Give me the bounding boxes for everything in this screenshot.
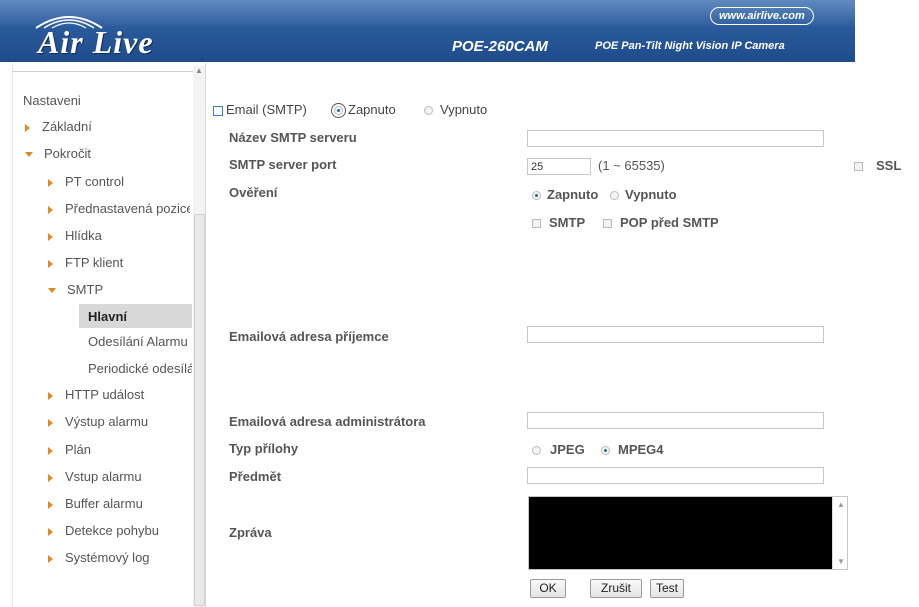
test-button[interactable]: Test (650, 579, 684, 598)
cancel-button[interactable]: Zrušit (590, 579, 642, 598)
arrow-right-icon (48, 418, 53, 427)
smtp-auth-label: SMTP (549, 215, 586, 230)
arrow-right-icon (48, 446, 53, 455)
port-label: SMTP server port (229, 157, 337, 172)
sidebar-subitem-hlavni[interactable]: Hlavní (88, 308, 192, 326)
recipient-label: Emailová adresa příjemce (229, 329, 389, 344)
arrow-right-icon (48, 500, 53, 509)
sidebar-item-label: Pokročit (44, 146, 91, 161)
sidebar-item-label: Buffer alarmu (65, 496, 143, 511)
subject-label: Předmět (229, 469, 282, 484)
sidebar-item-label: HTTP událost (65, 387, 145, 402)
sidebar-item-smtp[interactable]: SMTP (48, 281, 190, 299)
arrow-right-icon (48, 232, 53, 241)
sidebar-title: Nastaveni (23, 93, 81, 108)
scroll-up-icon[interactable]: ▲ (837, 500, 845, 509)
auth-on-radio[interactable] (532, 191, 541, 200)
sidebar-item-label: Přednastavená pozice (65, 201, 190, 216)
message-textarea[interactable]: ▲ ▼ (528, 496, 848, 570)
sidebar-divider (12, 71, 198, 72)
model-description: POE Pan-Tilt Night Vision IP Camera (595, 40, 785, 52)
sidebar-item-plan[interactable]: Plán (48, 441, 190, 459)
jpeg-label: JPEG (550, 442, 585, 457)
arrow-right-icon (25, 123, 30, 132)
ssl-checkbox[interactable] (854, 162, 863, 171)
sidebar-item-label: Výstup alarmu (65, 414, 149, 429)
sidebar-item-ftp-klient[interactable]: FTP klient (48, 254, 190, 272)
sidebar-item-label: SMTP (67, 282, 104, 297)
scroll-down-icon[interactable]: ▼ (837, 557, 845, 566)
recipient-input[interactable] (527, 326, 824, 343)
sidebar-item-systemovy-log[interactable]: Systémový log (48, 549, 190, 567)
sidebar-item-pt-control[interactable]: PT control (48, 173, 190, 191)
sidebar-subitem-periodicke-odesilani[interactable]: Periodické odesílání (88, 360, 192, 378)
sidebar-item-detekce-pohybu[interactable]: Detekce pohybu (48, 522, 190, 540)
email-on-label: Zapnuto (348, 102, 396, 117)
scroll-thumb[interactable] (194, 214, 205, 606)
arrow-right-icon (48, 473, 53, 482)
smtp-server-input[interactable] (527, 130, 824, 147)
sidebar-item-buffer-alarmu[interactable]: Buffer alarmu (48, 495, 190, 513)
port-range: (1 ~ 65535) (598, 158, 665, 173)
sidebar-item-http-udalost[interactable]: HTTP událost (48, 386, 190, 404)
sidebar-item-label: FTP klient (65, 255, 124, 270)
email-smtp-checkbox[interactable] (213, 106, 223, 116)
arrow-down-icon (48, 288, 56, 294)
airlive-logo: Air Live (24, 10, 204, 60)
model-name: POE-260CAM (452, 38, 548, 55)
sidebar-item-label: Plán (65, 442, 92, 457)
message-label: Zpráva (229, 525, 272, 540)
arrow-right-icon (48, 527, 53, 536)
sidebar-subitem-odesilani-alarmu[interactable]: Odesílání Alarmu (88, 333, 192, 351)
auth-off-radio[interactable] (610, 191, 619, 200)
email-off-radio[interactable] (424, 106, 433, 115)
sidebar-item-label: Detekce pohybu (65, 523, 159, 538)
sidebar-item-zakladni[interactable]: Základní (25, 118, 195, 136)
attachment-type-label: Typ přílohy (229, 441, 299, 456)
logo-text: Air Live (38, 24, 154, 60)
arrow-right-icon (48, 554, 53, 563)
email-off-label: Vypnuto (440, 102, 488, 117)
sidebar-item-label: Hlídka (65, 228, 102, 243)
ssl-label: SSL (876, 158, 902, 173)
arrow-right-icon (48, 259, 53, 268)
sidebar-item-label: Vstup alarmu (65, 469, 142, 484)
sidebar-item-pokrocit[interactable]: Pokročit (25, 145, 195, 163)
pop-before-smtp-label: POP před SMTP (620, 215, 719, 230)
header-banner: Air Live www.airlive.com POE-260CAM POE … (0, 0, 855, 62)
admin-email-input[interactable] (527, 412, 824, 429)
arrow-right-icon (48, 391, 53, 400)
textarea-scrollbar[interactable]: ▲ ▼ (832, 497, 847, 569)
pop-before-smtp-checkbox[interactable] (603, 219, 612, 228)
website-link[interactable]: www.airlive.com (710, 7, 814, 25)
smtp-auth-checkbox[interactable] (532, 219, 541, 228)
subject-input[interactable] (527, 467, 824, 484)
sidebar-item-label: Systémový log (65, 550, 150, 565)
sidebar-item-hlidka[interactable]: Hlídka (48, 227, 190, 245)
jpeg-radio[interactable] (532, 446, 541, 455)
admin-email-label: Emailová adresa administrátora (229, 414, 426, 429)
banner-right-blank (855, 0, 919, 62)
port-input[interactable] (527, 158, 591, 175)
sidebar-item-vstup-alarmu[interactable]: Vstup alarmu (48, 468, 190, 486)
ok-button[interactable]: OK (530, 579, 566, 598)
sidebar-item-label: PT control (65, 174, 125, 189)
sidebar-item-label: Základní (42, 119, 92, 134)
scroll-up-icon[interactable]: ▲ (195, 66, 203, 75)
mpeg4-radio[interactable] (601, 446, 610, 455)
auth-off-label: Vypnuto (625, 187, 677, 202)
email-smtp-label: Email (SMTP) (226, 102, 307, 117)
arrow-right-icon (48, 178, 53, 187)
auth-label: Ověření (229, 185, 278, 200)
mpeg4-label: MPEG4 (618, 442, 664, 457)
auth-on-label: Zapnuto (547, 187, 599, 202)
arrow-down-icon (25, 152, 33, 158)
email-on-radio[interactable] (331, 103, 346, 118)
smtp-server-label: Název SMTP serveru (229, 130, 357, 145)
arrow-right-icon (48, 205, 53, 214)
sidebar-item-prednastavena-pozice[interactable]: Přednastavená pozice (48, 200, 190, 218)
sidebar-item-vystup-alarmu[interactable]: Výstup alarmu (48, 413, 190, 431)
